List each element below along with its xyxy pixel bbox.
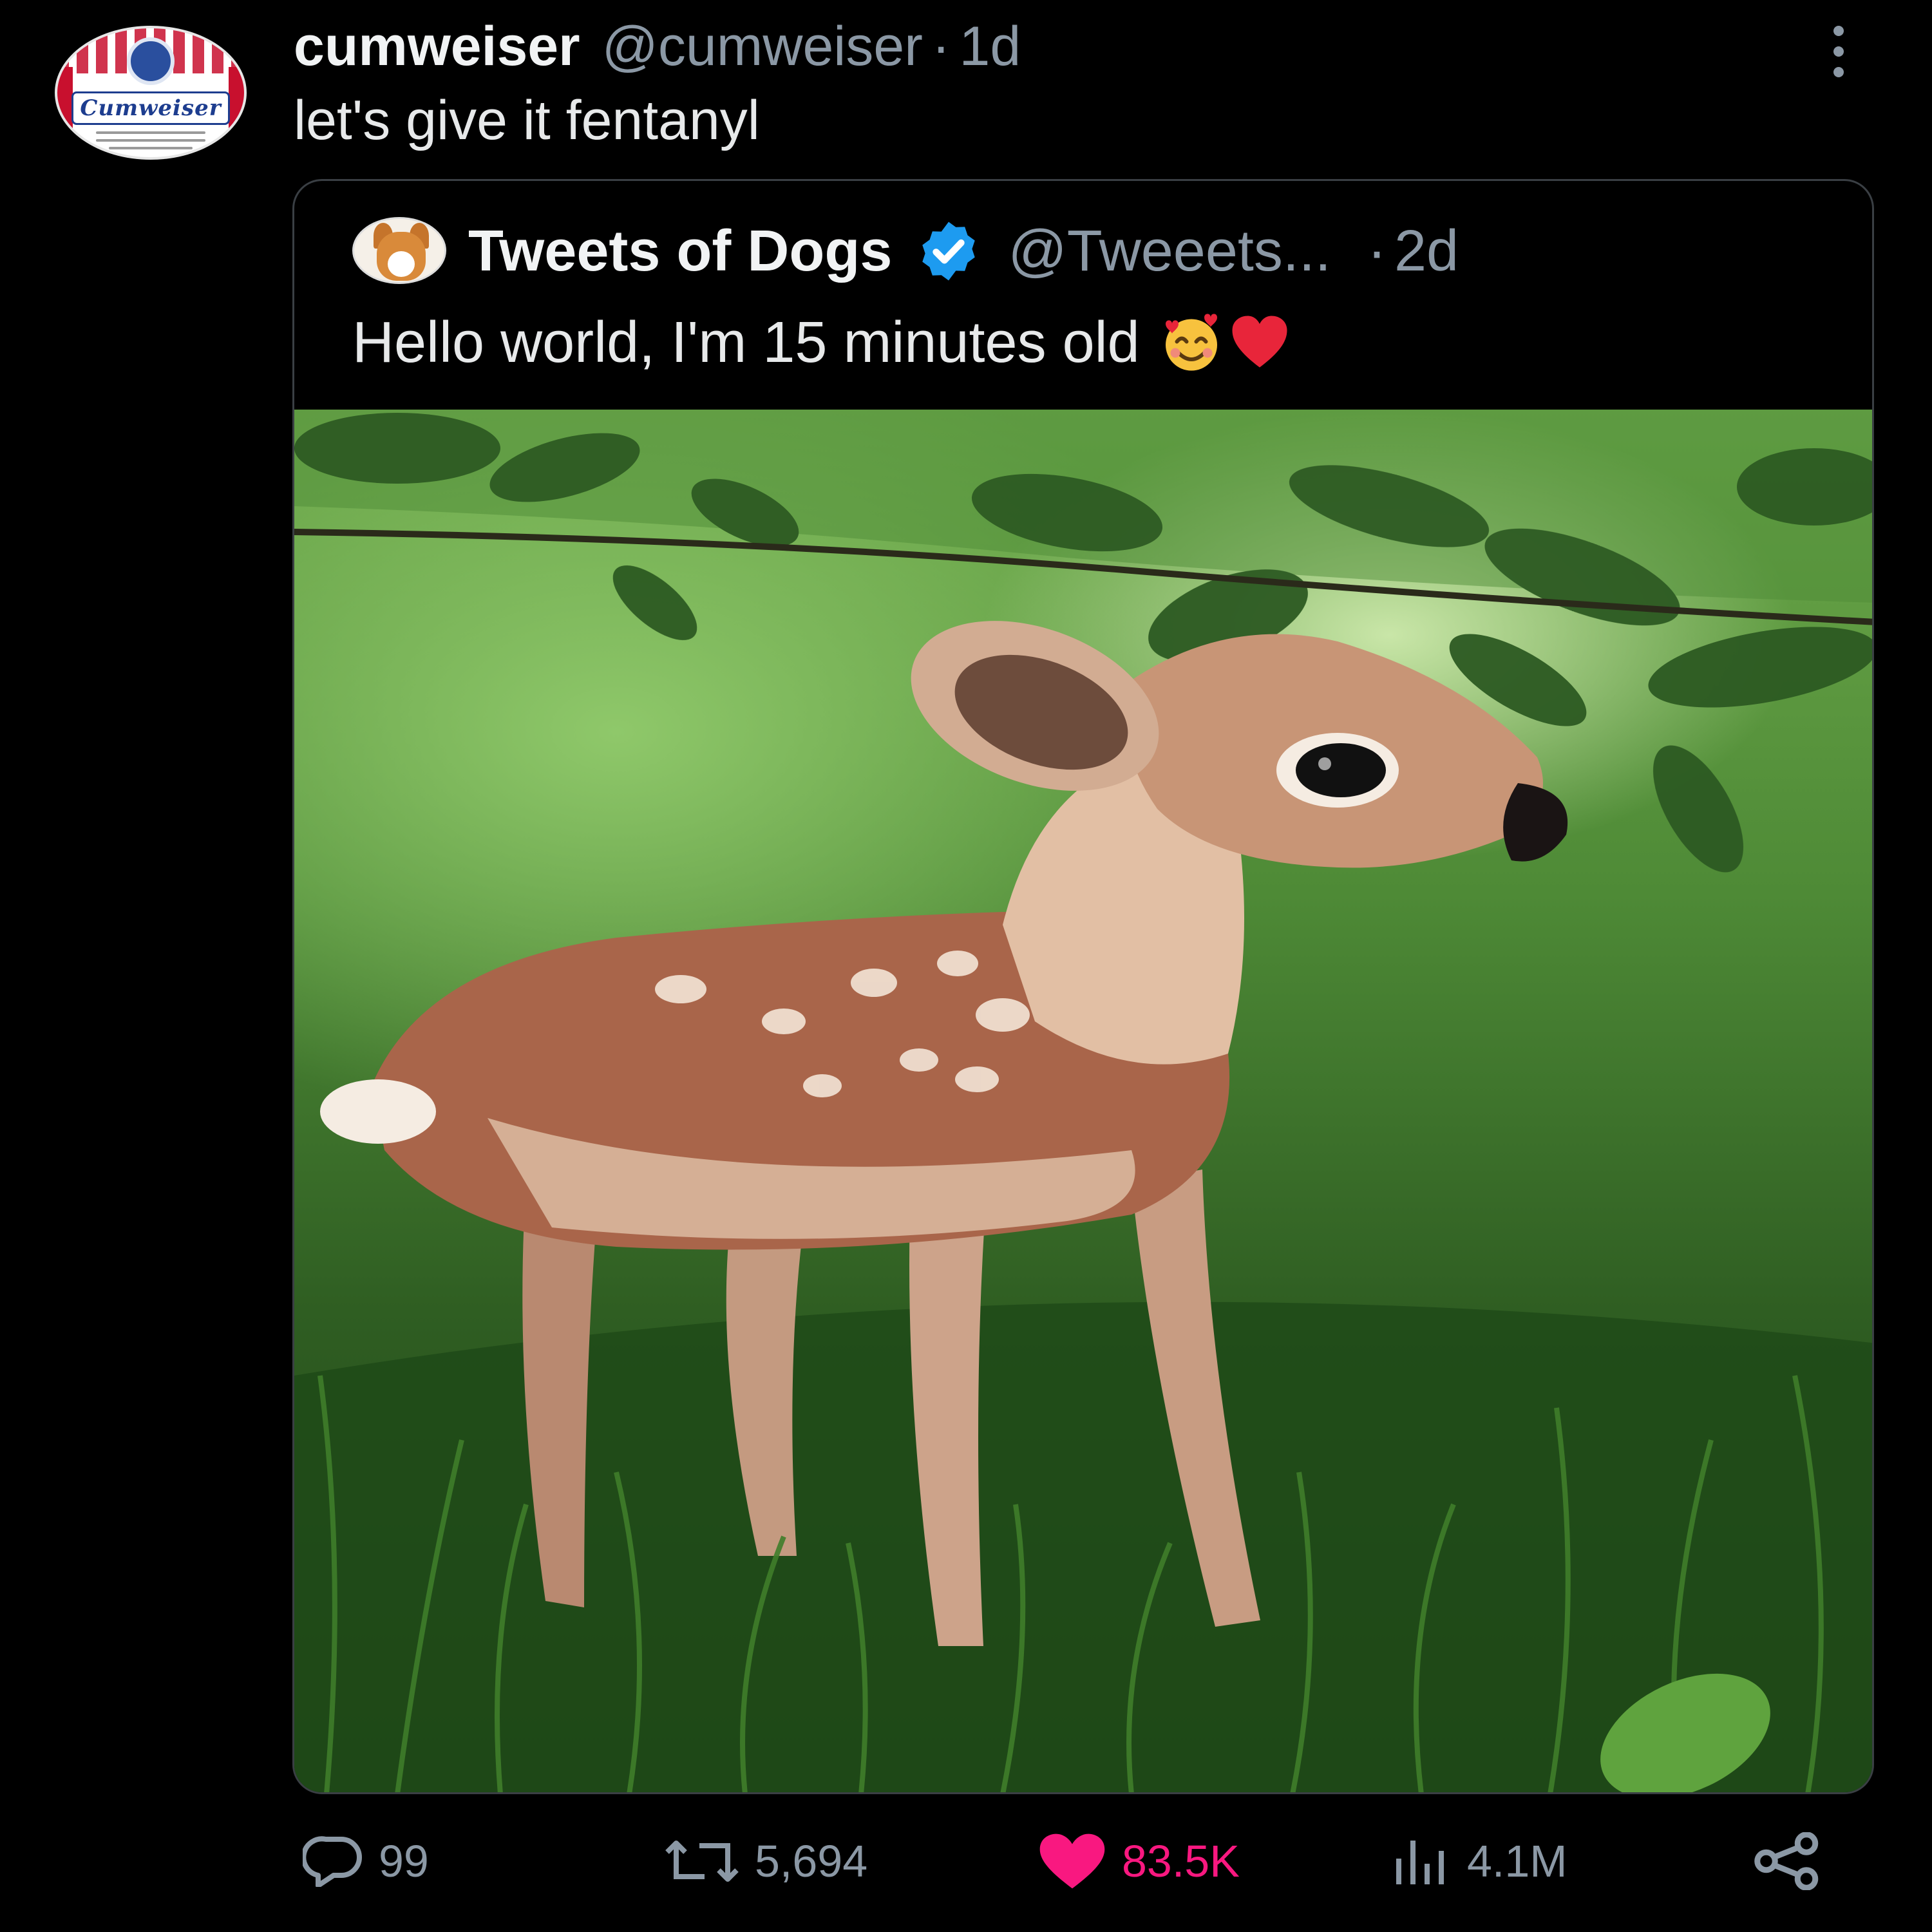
share-button[interactable] xyxy=(1752,1816,1837,1906)
fawn-photo[interactable] xyxy=(294,410,1872,1792)
like-count: 83.5K xyxy=(1122,1836,1240,1886)
views-count: 4.1M xyxy=(1467,1836,1567,1886)
tweet-text: let's give it fentanyl xyxy=(294,90,760,151)
separator-dot: · xyxy=(931,15,951,77)
avatar-side-band-left xyxy=(57,67,73,131)
reply-button[interactable]: 99 xyxy=(303,1816,429,1906)
retweet-count: 5,694 xyxy=(755,1836,868,1886)
heart-filled-icon xyxy=(1039,1833,1105,1889)
quoted-avatar[interactable] xyxy=(352,217,446,284)
avatar[interactable]: Cumweiser xyxy=(55,26,247,160)
quoted-text: Hello world, I'm 15 minutes old xyxy=(352,310,1140,375)
tweet-header: cumweiser @cumweiser · 1d xyxy=(294,14,1021,79)
quoted-tweet[interactable]: Tweets of Dogs @Tweeets... · 2d Hello wo… xyxy=(292,179,1874,1794)
fawn-illustration xyxy=(294,410,1872,1792)
quoted-timestamp[interactable]: 2d xyxy=(1394,218,1459,285)
tweet-actions: 99 5,694 83.5K 4.1M xyxy=(0,1816,1932,1906)
reply-count: 99 xyxy=(379,1836,429,1886)
avatar-fine-line xyxy=(96,139,205,142)
smiling-face-with-hearts-icon xyxy=(1165,313,1217,370)
more-options-icon[interactable] xyxy=(1816,26,1861,77)
like-button[interactable]: 83.5K xyxy=(1037,1816,1240,1906)
quoted-display-name[interactable]: Tweets of Dogs xyxy=(468,218,892,285)
quoted-handle[interactable]: @Tweeets... xyxy=(1008,218,1331,285)
timestamp[interactable]: 1d xyxy=(960,15,1021,79)
avatar-side-band-right xyxy=(229,67,244,131)
avatar-seal xyxy=(127,37,175,85)
quoted-header: Tweets of Dogs @Tweeets... · 2d xyxy=(468,216,1459,287)
dog-muzzle xyxy=(388,251,415,277)
tweet[interactable]: Cumweiser cumweiser @cumweiser · 1d let'… xyxy=(0,0,1932,1932)
share-icon xyxy=(1754,1832,1819,1890)
red-heart-icon xyxy=(1232,316,1287,367)
reply-icon xyxy=(303,1836,362,1887)
user-handle[interactable]: @cumweiser xyxy=(602,15,923,79)
avatar-fine-line xyxy=(109,147,193,149)
verified-badge-icon xyxy=(922,222,976,281)
avatar-fine-line xyxy=(96,131,205,134)
separator-dot: · xyxy=(1367,218,1387,283)
quoted-text-row: Hello world, I'm 15 minutes old xyxy=(352,310,1292,376)
avatar-wordmark: Cumweiser xyxy=(71,91,230,125)
views-bar-chart-icon xyxy=(1396,1841,1444,1884)
views-button[interactable]: 4.1M xyxy=(1391,1816,1567,1906)
retweet-button[interactable]: 5,694 xyxy=(663,1816,867,1906)
display-name[interactable]: cumweiser xyxy=(294,15,580,79)
retweet-icon xyxy=(665,1841,739,1882)
